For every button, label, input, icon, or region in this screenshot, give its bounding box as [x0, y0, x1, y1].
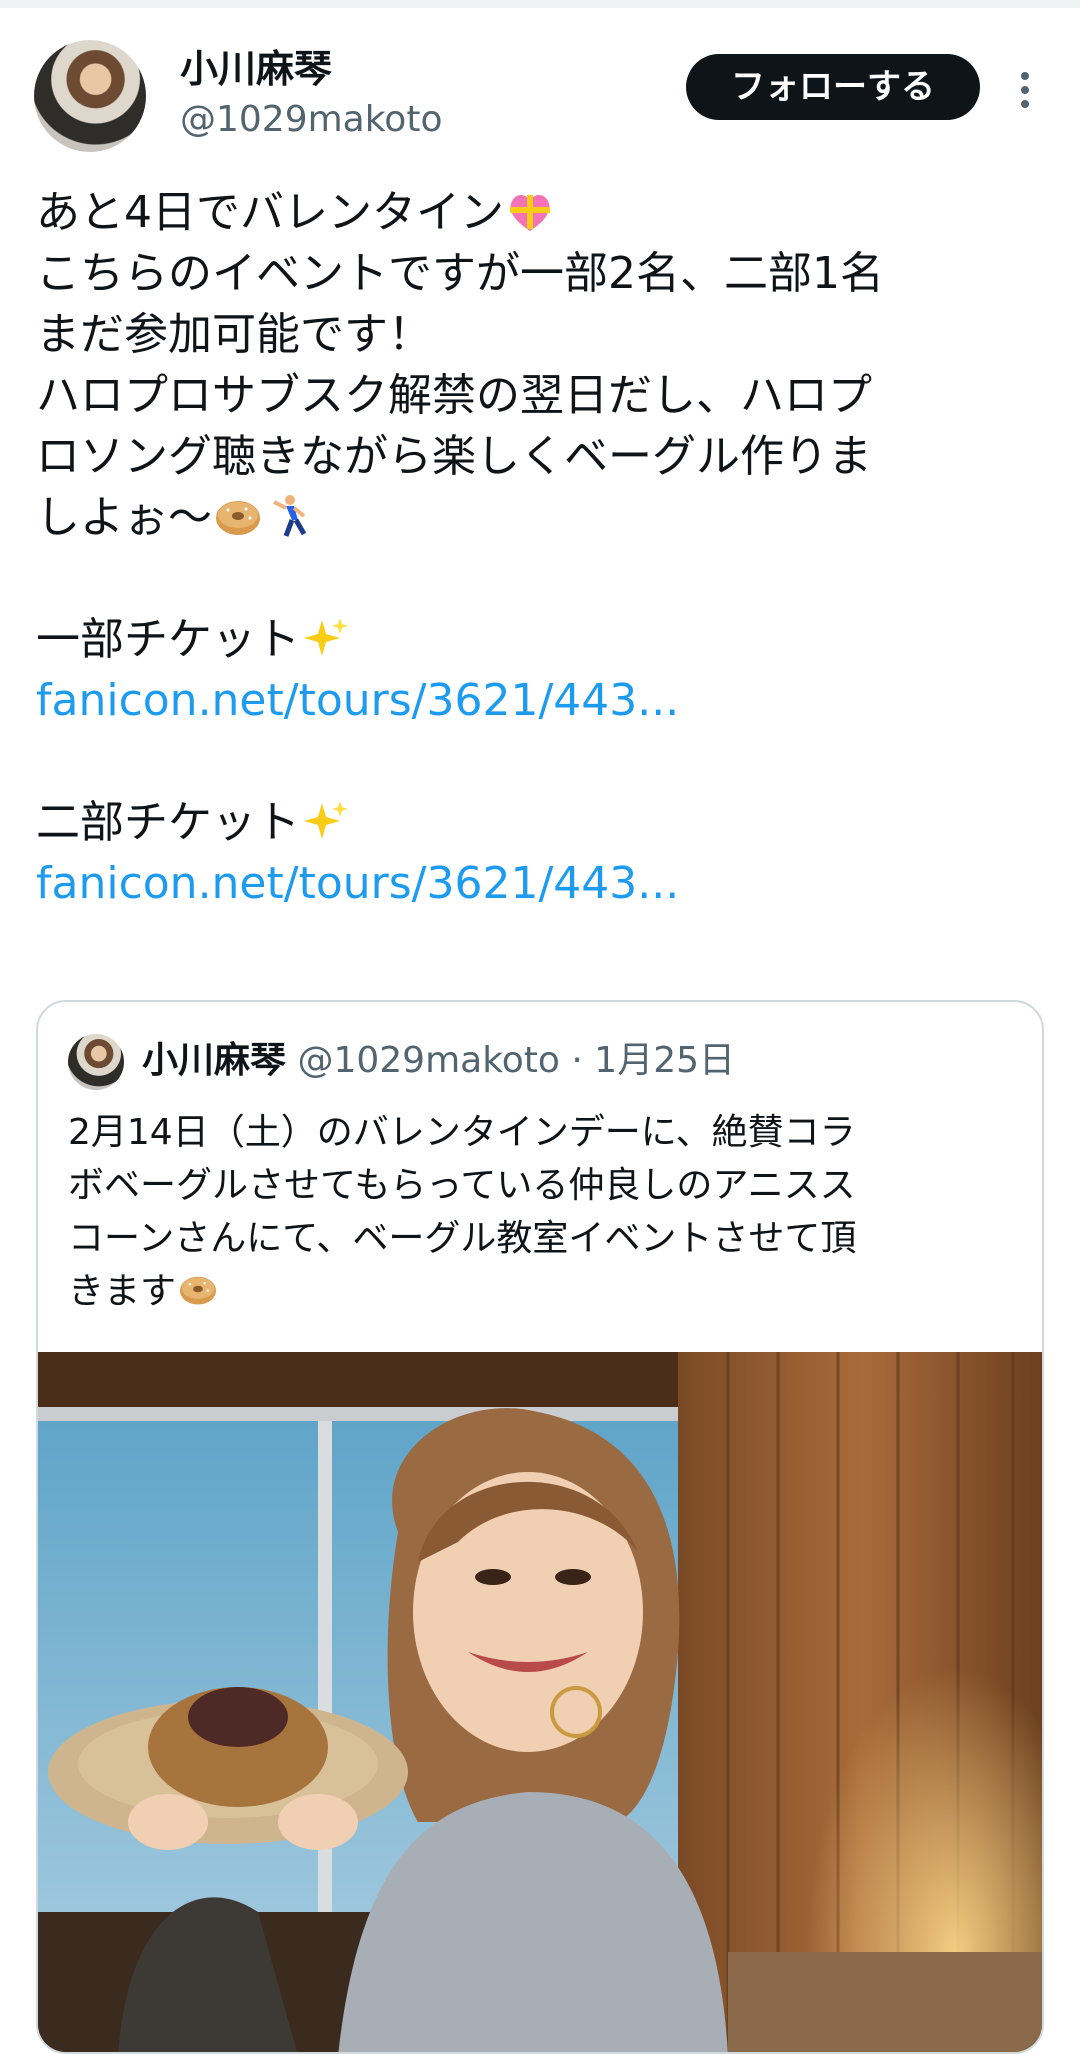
quoted-photo[interactable] [38, 1352, 1044, 2054]
quoted-text-line: 2月14日（土）のバレンタインデーに、絶賛コラ [68, 1106, 1018, 1159]
tweet-text-line: しよぉ〜 [36, 487, 1046, 548]
ticket-link[interactable]: fanicon.net/tours/3621/443... [36, 670, 1046, 731]
tweet-text-line: あと4日でバレンタイン [36, 182, 1046, 243]
dancing-man-icon [273, 495, 307, 537]
line-text: しよぉ〜 [36, 492, 212, 543]
top-divider [0, 0, 1080, 8]
tweet-text-line: 一部チケット [36, 609, 1046, 670]
bagel-icon [180, 1276, 217, 1305]
bagel-icon [216, 501, 260, 535]
tweet-text-line: ハロプロサブスク解禁の翌日だし、ハロプ [36, 365, 1046, 426]
quoted-date: · 1月25日 [571, 1040, 736, 1081]
line-text: ロソング聴きながら楽しくベーグル作りま [36, 431, 872, 482]
quoted-text-line: きます [68, 1265, 1018, 1318]
follow-button[interactable]: フォローする [686, 54, 980, 120]
line-text: こちらのイベントですが一部2名、二部1名 [36, 248, 884, 299]
sparkles-icon [304, 618, 348, 656]
quoted-author-handle: @1029makoto [297, 1040, 560, 1081]
line-text: まだ参加可能です！ [36, 309, 432, 360]
line-text: 二部チケット [36, 797, 300, 848]
line-text: きます [68, 1271, 177, 1312]
author-name[interactable]: 小川麻琴 [180, 46, 332, 92]
line-text: あと4日でバレンタイン [36, 187, 504, 238]
more-options-icon[interactable] [1010, 68, 1040, 108]
quoted-author-name: 小川麻琴 [142, 1040, 287, 1081]
author-avatar[interactable] [34, 40, 146, 152]
tweet-header: 小川麻琴 @1029makoto フォローする [0, 40, 1080, 160]
quoted-tweet[interactable]: 小川麻琴 @1029makoto · 1月25日 2月14日（土）のバレンタイン… [36, 1000, 1044, 2054]
line-text: ハロプロサブスク解禁の翌日だし、ハロプ [36, 370, 872, 421]
tweet-text: あと4日でバレンタインこちらのイベントですが一部2名、二部1名 まだ参加可能です！… [36, 182, 1046, 914]
author-handle[interactable]: @1029makoto [180, 98, 442, 142]
quoted-text-line: ボベーグルさせてもらっている仲良しのアニスス [68, 1159, 1018, 1212]
quoted-header: 小川麻琴 @1029makoto · 1月25日 [142, 1038, 735, 1084]
line-text: 一部チケット [36, 614, 300, 665]
tweet-text-line: 二部チケット [36, 792, 1046, 853]
line-text: コーンさんにて、ベーグル教室イベントさせて頂 [68, 1218, 857, 1259]
ticket-link[interactable]: fanicon.net/tours/3621/443... [36, 853, 1046, 914]
line-text: fanicon.net/tours/3621/443... [36, 675, 680, 726]
quoted-text-line: コーンさんにて、ベーグル教室イベントさせて頂 [68, 1212, 1018, 1265]
quoted-author-avatar [68, 1034, 124, 1090]
heart-ribbon-icon [510, 195, 550, 231]
line-text: ボベーグルさせてもらっている仲良しのアニスス [68, 1165, 856, 1206]
line-text: fanicon.net/tours/3621/443... [36, 858, 680, 909]
tweet-text-line: まだ参加可能です！ [36, 304, 1046, 365]
sparkles-icon [304, 801, 348, 839]
quoted-text: 2月14日（土）のバレンタインデーに、絶賛コラ ボベーグルさせてもらっている仲良し… [68, 1106, 1018, 1318]
line-text: 2月14日（土）のバレンタインデーに、絶賛コラ [68, 1112, 856, 1153]
tweet-text-line: こちらのイベントですが一部2名、二部1名 [36, 243, 1046, 304]
tweet-text-line: ロソング聴きながら楽しくベーグル作りま [36, 426, 1046, 487]
